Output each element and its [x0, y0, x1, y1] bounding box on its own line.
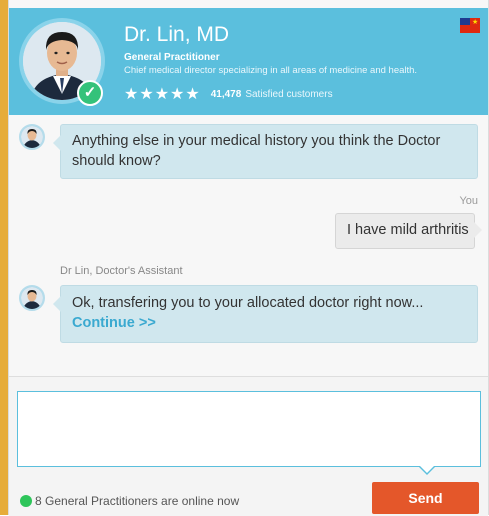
message-text: Ok, transfering you to your allocated do… — [72, 295, 424, 311]
user-sender-label: You — [459, 195, 478, 207]
online-status: 8 General Practitioners are online now — [20, 494, 239, 508]
customer-count: 41,478 — [210, 88, 242, 100]
verified-icon: ✓ — [77, 80, 103, 106]
doctor-name: Dr. Lin, MD — [124, 23, 230, 46]
online-dot-icon — [20, 495, 32, 507]
doctor-specialty: General Practitioner — [124, 52, 220, 63]
user-message: I have mild arthritis — [335, 213, 482, 249]
input-pointer — [419, 466, 435, 475]
assistant-message: Ok, transfering you to your allocated do… — [53, 285, 478, 343]
online-text: 8 General Practitioners are online now — [35, 494, 240, 508]
send-button[interactable]: Send — [372, 482, 479, 514]
rating-row: ★★★★★ 41,478 Satisfied customers — [124, 84, 333, 104]
doctor-header: ✓ Dr. Lin, MD General Practitioner Chief… — [9, 8, 488, 115]
composer: 8 General Practitioners are online now S… — [9, 376, 488, 516]
doctor-avatar-small — [19, 124, 45, 150]
message-input[interactable] — [17, 391, 481, 467]
assistant-avatar-small — [19, 285, 45, 311]
doctor-description: Chief medical director specializing in a… — [124, 65, 418, 76]
doctor-message: Anything else in your medical history yo… — [53, 124, 478, 179]
continue-link[interactable]: Continue >> — [72, 313, 466, 333]
chat-widget: ✓ Dr. Lin, MD General Practitioner Chief… — [8, 0, 489, 516]
assistant-sender-label: Dr Lin, Doctor's Assistant — [60, 265, 183, 277]
customer-label: Satisfied customers — [245, 88, 333, 100]
doctor-avatar: ✓ — [19, 18, 105, 106]
message-text: I have mild arthritis — [347, 222, 469, 238]
flag-icon[interactable]: ★ — [460, 18, 480, 33]
message-text: Anything else in your medical history yo… — [72, 133, 441, 169]
star-rating-icon: ★★★★★ — [124, 86, 201, 103]
